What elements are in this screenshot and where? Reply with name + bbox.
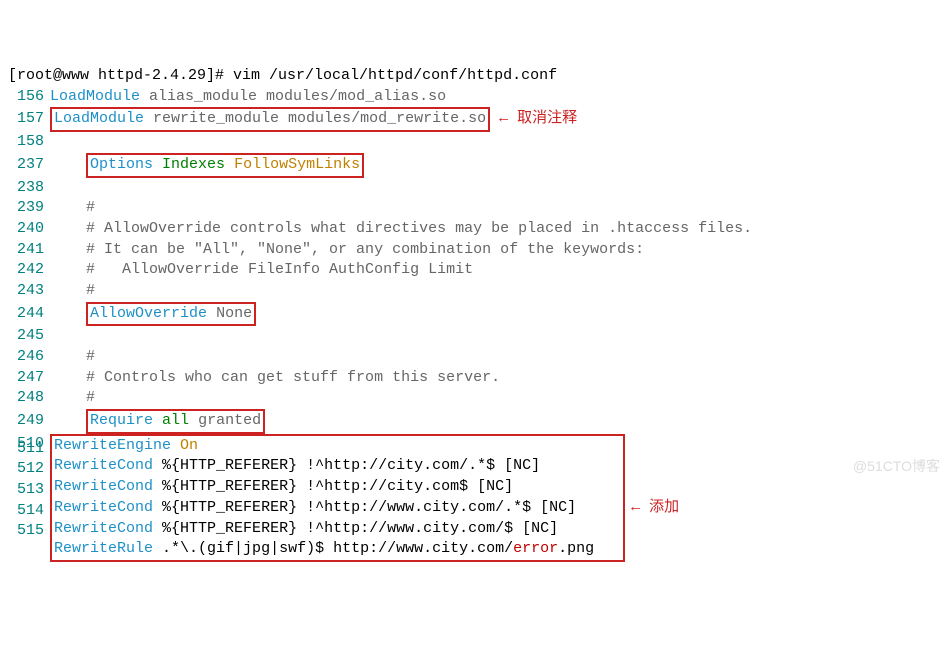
line-number: 515 (8, 521, 44, 542)
line-number: 156 (8, 87, 44, 108)
directive: RewriteRule (54, 540, 153, 557)
highlight-box-multiline: RewriteEngine On RewriteCond %{HTTP_REFE… (50, 434, 625, 562)
error-text: error (513, 540, 558, 557)
terminal-output: [root@www httpd-2.4.29]# vim /usr/local/… (8, 45, 940, 582)
line-number: 240 (8, 219, 44, 240)
line-number: 157 (8, 109, 44, 130)
line-number: 239 (8, 198, 44, 219)
comment: # (86, 282, 95, 299)
line-number: 514 (8, 501, 44, 522)
line-number: 511 (8, 439, 44, 460)
directive: RewriteEngine (54, 437, 171, 454)
rewrite-args: %{HTTP_REFERER} !^http://www.city.com/$ … (162, 520, 558, 537)
directive: Options (90, 156, 153, 173)
line-number: 249 (8, 411, 44, 432)
directive: RewriteCond (54, 499, 153, 516)
comment: # It can be "All", "None", or any combin… (86, 241, 644, 258)
value: On (180, 437, 198, 454)
line-number: 247 (8, 368, 44, 389)
option: Indexes (162, 156, 225, 173)
line-number: 244 (8, 304, 44, 325)
directive-args: alias_module modules/mod_alias.so (149, 88, 446, 105)
line-number: 238 (8, 178, 44, 199)
value: None (216, 305, 252, 322)
comment: # (86, 389, 95, 406)
directive: LoadModule (54, 110, 144, 127)
comment: # (86, 199, 95, 216)
rewrite-args: .*\.(gif|jpg|swf)$ http://www.city.com/ (162, 540, 513, 557)
line-number: 248 (8, 388, 44, 409)
directive: Require (90, 412, 153, 429)
watermark: @51CTO博客 (853, 457, 940, 476)
directive: RewriteCond (54, 478, 153, 495)
annotation-add: ← 添加 (631, 498, 679, 519)
value: all (162, 412, 189, 429)
highlight-box: Options Indexes FollowSymLinks (86, 153, 364, 178)
highlight-box: Require all granted (86, 409, 265, 434)
option: FollowSymLinks (234, 156, 360, 173)
rewrite-args: %{HTTP_REFERER} !^http://city.com/.*$ [N… (162, 457, 540, 474)
directive: LoadModule (50, 88, 140, 105)
comment: # AllowOverride FileInfo AuthConfig Limi… (86, 261, 473, 278)
directive: AllowOverride (90, 305, 207, 322)
directive: RewriteCond (54, 520, 153, 537)
line-number: 513 (8, 480, 44, 501)
rewrite-args: %{HTTP_REFERER} !^http://www.city.com/.*… (162, 499, 576, 516)
annotation-uncomment: ← 取消注释 (499, 110, 577, 127)
line-number: 245 (8, 326, 44, 347)
line-number: 158 (8, 132, 44, 153)
directive: RewriteCond (54, 457, 153, 474)
line-number: 243 (8, 281, 44, 302)
rewrite-args: %{HTTP_REFERER} !^http://city.com$ [NC] (162, 478, 513, 495)
rewrite-args: .png (558, 540, 594, 557)
line-number: 237 (8, 155, 44, 176)
line-number: 246 (8, 347, 44, 368)
value: granted (198, 412, 261, 429)
highlight-box: LoadModule rewrite_module modules/mod_re… (50, 107, 490, 132)
directive-args: rewrite_module modules/mod_rewrite.so (153, 110, 486, 127)
comment: # Controls who can get stuff from this s… (86, 369, 500, 386)
highlight-box: AllowOverride None (86, 302, 256, 327)
comment: # AllowOverride controls what directives… (86, 220, 752, 237)
line-number: 242 (8, 260, 44, 281)
shell-prompt: [root@www httpd-2.4.29]# vim /usr/local/… (8, 67, 557, 84)
line-number: 512 (8, 459, 44, 480)
line-number: 241 (8, 240, 44, 261)
comment: # (86, 348, 95, 365)
